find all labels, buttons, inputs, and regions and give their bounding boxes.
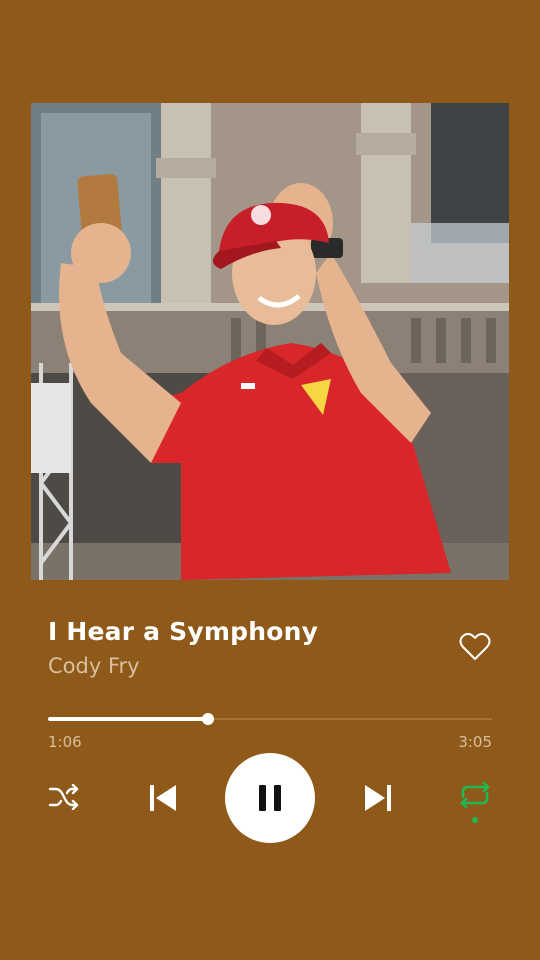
album-art — [31, 103, 509, 580]
progress-fill — [48, 717, 208, 721]
total-time: 3:05 — [458, 733, 492, 751]
like-button[interactable] — [458, 630, 492, 664]
progress-knob[interactable] — [201, 713, 214, 725]
heart-icon — [459, 632, 491, 660]
elapsed-time: 1:06 — [48, 733, 82, 751]
album-art-image — [31, 103, 509, 580]
pause-icon — [259, 785, 281, 811]
previous-button[interactable] — [143, 778, 183, 818]
track-title[interactable]: I Hear a Symphony — [48, 617, 318, 646]
repeat-active-dot — [472, 817, 478, 823]
pause-button[interactable] — [225, 753, 315, 843]
shuffle-button[interactable] — [46, 780, 82, 814]
progress-bar[interactable] — [48, 712, 492, 726]
skip-back-icon — [150, 785, 176, 811]
repeat-button[interactable] — [456, 780, 494, 826]
repeat-icon — [460, 781, 490, 823]
next-button[interactable] — [358, 778, 398, 818]
shuffle-icon — [48, 784, 79, 810]
track-artist[interactable]: Cody Fry — [48, 654, 140, 678]
skip-forward-icon — [365, 785, 391, 811]
